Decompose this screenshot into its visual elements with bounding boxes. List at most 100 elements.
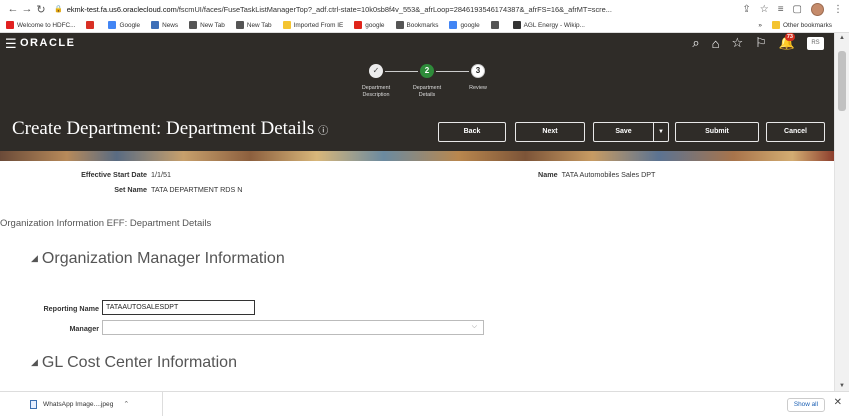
globe-icon [189, 21, 198, 29]
effective-start-date-value: 1/1/51 [151, 170, 171, 179]
bookmark-label: New Tab [246, 21, 272, 29]
watchlist-flag-icon[interactable]: ⚐ [755, 35, 767, 51]
bookmark-label: Google [119, 21, 141, 29]
set-name-value: TATA DEPARTMENT RDS N [151, 185, 243, 194]
download-item[interactable]: WhatsApp Image....jpeg ⌃ [0, 391, 163, 416]
effective-start-date-label: Effective Start Date [81, 170, 147, 179]
notification-count-badge: 73 [784, 33, 795, 41]
train-connector [436, 71, 469, 72]
bookmark-label: google [460, 21, 480, 29]
submit-button[interactable]: Submit [675, 122, 759, 142]
globe-icon [235, 21, 244, 29]
scroll-thumb[interactable] [838, 51, 846, 111]
chevron-up-icon[interactable]: ⌃ [123, 400, 129, 408]
bookmark-item[interactable]: Welcome to HDFC... [6, 21, 75, 29]
name-label: Name [538, 170, 558, 179]
reading-list-icon[interactable]: ≡ [778, 4, 784, 15]
gl-cost-center-section-header[interactable]: ◢ GL Cost Center Information [31, 354, 237, 372]
globe-icon [490, 21, 499, 29]
scroll-down-arrow-icon[interactable]: ▼ [839, 383, 845, 389]
gl-cost-center-section-title: GL Cost Center Information [41, 354, 237, 371]
hamburger-menu-icon[interactable]: ☰ [5, 36, 17, 52]
download-file-name: WhatsApp Image....jpeg [43, 400, 114, 408]
back-arrow-icon[interactable]: ← [6, 3, 20, 15]
train-stop-description-check-icon[interactable]: ✓ [369, 64, 383, 78]
opera-icon [354, 21, 363, 29]
browser-actions: ⇪ ☆ ≡ ▢ ⋮ [742, 2, 849, 16]
url-host: ekmk-test.fa.us6.oraclecloud.com [66, 4, 177, 14]
bookmark-item[interactable]: google [354, 21, 385, 29]
close-icon[interactable]: ✕ [834, 397, 842, 408]
bookmark-item[interactable]: New Tab [235, 21, 272, 29]
cancel-button[interactable]: Cancel [766, 122, 825, 142]
url-bar[interactable]: ekmk-test.fa.us6.oraclecloud.com/fscmUI/… [67, 5, 743, 14]
save-dropdown-chevron-icon[interactable]: ▼ [654, 123, 668, 141]
bookmark-item[interactable] [490, 21, 502, 29]
train-connector [385, 71, 418, 72]
more-bookmarks-chevron[interactable]: » [758, 22, 762, 29]
favorites-star-icon[interactable]: ☆ [732, 35, 744, 51]
star-icon [395, 21, 404, 29]
url-path: /fscmUI/faces/FuseTaskListManagerTop?_ad… [176, 4, 612, 14]
process-train: ✓ 2 3 Department Description Department De… [360, 64, 510, 104]
org-manager-section-title: Organization Manager Information [41, 250, 285, 267]
name-value: TATA Automobiles Sales DPT [561, 170, 656, 179]
set-name-row: Set Name TATA DEPARTMENT RDS N [60, 185, 242, 194]
bookmark-star-icon[interactable]: ☆ [760, 4, 769, 15]
search-icon[interactable]: ⌕ [692, 35, 699, 51]
org-manager-section-header[interactable]: ◢ Organization Manager Information [31, 250, 285, 268]
bookmark-item[interactable]: New Tab [189, 21, 225, 29]
home-icon[interactable]: ⌂ [712, 36, 720, 51]
side-panel-icon[interactable]: ▢ [793, 4, 802, 15]
bookmark-item[interactable]: google [449, 21, 480, 29]
bookmark-item[interactable] [86, 21, 97, 29]
manager-label: Manager [69, 324, 99, 333]
bookmark-item[interactable]: News [151, 21, 178, 29]
reload-icon[interactable]: ↻ [34, 3, 48, 16]
image-file-icon [30, 399, 37, 409]
next-button[interactable]: Next [515, 122, 585, 142]
chevron-down-icon[interactable]: ⌵ [472, 323, 477, 331]
back-button[interactable]: Back [438, 122, 506, 142]
train-label-review: Review [469, 85, 487, 91]
gmail-icon [86, 21, 95, 29]
user-avatar[interactable]: RS [807, 36, 824, 50]
help-icon[interactable]: ⓘ [318, 126, 328, 137]
folder-icon [771, 21, 780, 29]
profile-avatar[interactable] [811, 2, 824, 16]
page-title: Create Department: Department Details ⓘ [12, 118, 328, 140]
bookmark-item[interactable]: AGL Energy - Wikip... [512, 21, 585, 29]
bookmark-label: Welcome to HDFC... [17, 21, 76, 29]
save-split-button[interactable]: Save ▼ [593, 122, 669, 142]
other-bookmarks-label: Other bookmarks [782, 21, 832, 29]
forward-arrow-icon[interactable]: → [20, 3, 34, 15]
show-all-downloads-button[interactable]: Show all [786, 398, 825, 412]
collapse-triangle-icon[interactable]: ◢ [31, 253, 38, 263]
bookmark-label: News [162, 21, 179, 29]
share-icon[interactable]: ⇪ [742, 4, 750, 15]
page-scrollbar[interactable]: ▲ ▼ [834, 33, 849, 391]
scroll-up-arrow-icon[interactable]: ▲ [839, 35, 845, 41]
train-label-description: Department Description [361, 85, 391, 98]
set-name-label: Set Name [114, 185, 147, 194]
other-bookmarks-folder[interactable]: Other bookmarks [771, 21, 832, 29]
collapse-triangle-icon[interactable]: ◢ [31, 357, 38, 367]
global-header-icons: ⌕ ⌂ ☆ ⚐ 🔔 73 RS [692, 33, 824, 51]
train-stop-details[interactable]: 2 [420, 64, 434, 78]
decorative-banner-strip [0, 151, 834, 161]
bookmark-item[interactable]: Bookmarks [395, 21, 438, 29]
train-stop-review[interactable]: 3 [471, 64, 485, 78]
reporting-name-label: Reporting Name [43, 304, 99, 313]
bookmark-label: google [365, 21, 385, 29]
wikipedia-icon [512, 21, 521, 29]
browser-menu-icon[interactable]: ⋮ [833, 4, 843, 15]
manager-select[interactable]: ⌵ [102, 320, 484, 335]
save-button[interactable]: Save [594, 123, 654, 141]
reporting-name-input[interactable] [102, 300, 255, 315]
hdfc-icon [6, 21, 14, 29]
bookmark-item[interactable]: Google [108, 21, 140, 29]
lock-icon[interactable]: 🔒 [54, 5, 63, 13]
notifications-bell-icon[interactable]: 🔔 73 [779, 33, 795, 51]
bookmark-item[interactable]: Imported From IE [282, 21, 343, 29]
effective-start-date-row: Effective Start Date 1/1/51 [60, 170, 171, 179]
